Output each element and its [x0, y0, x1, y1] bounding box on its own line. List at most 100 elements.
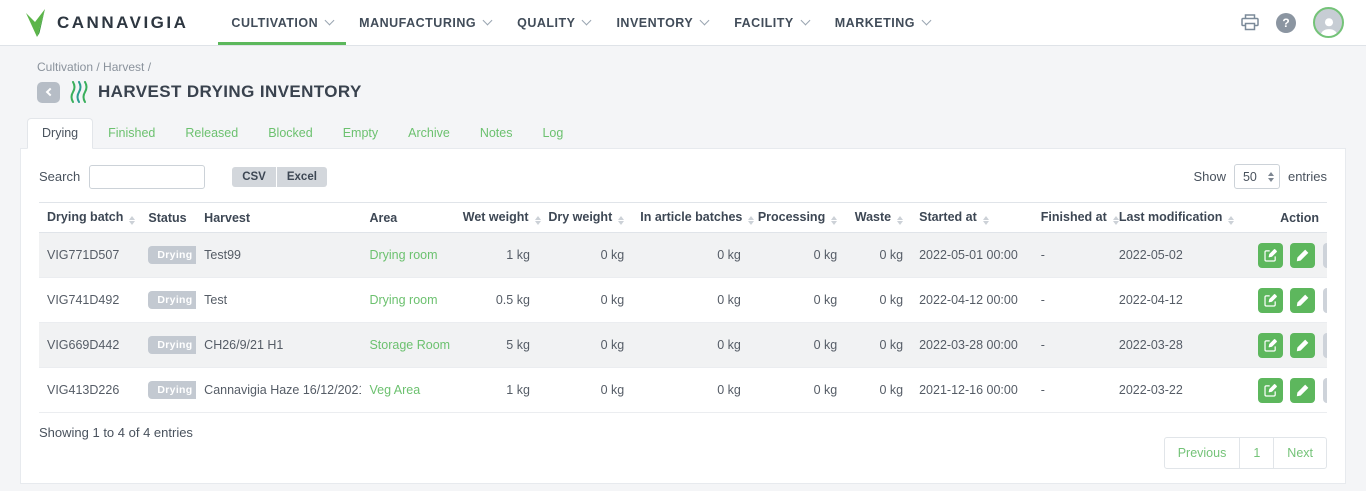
- help-button[interactable]: ?: [1276, 13, 1296, 33]
- cell-processing: 0 kg: [749, 323, 845, 368]
- page-head: Cultivation / Harvest / HARVEST DRYING I…: [20, 46, 1346, 103]
- area-link[interactable]: Drying room: [369, 248, 437, 262]
- cell-actions: [1246, 368, 1327, 413]
- col-processing[interactable]: Processing: [749, 203, 845, 233]
- cell-wet-weight: 1 kg: [455, 233, 538, 278]
- sort-icon: [831, 216, 837, 225]
- tab-log[interactable]: Log: [527, 118, 578, 149]
- nav-item-inventory[interactable]: INVENTORY: [603, 0, 721, 45]
- chevron-down-icon: [483, 16, 493, 26]
- archive-button[interactable]: [1323, 288, 1327, 313]
- area-link[interactable]: Drying room: [369, 293, 437, 307]
- nav-item-manufacturing[interactable]: MANUFACTURING: [346, 0, 504, 45]
- edit-button[interactable]: [1258, 243, 1283, 268]
- pencil-button[interactable]: [1290, 243, 1315, 268]
- pencil-button[interactable]: [1290, 333, 1315, 358]
- nav-item-marketing[interactable]: MARKETING: [822, 0, 943, 45]
- cell-dry-weight: 0 kg: [538, 278, 632, 323]
- cell-wet-weight: 5 kg: [455, 323, 538, 368]
- sort-icon: [1228, 216, 1234, 225]
- cell-waste: 0 kg: [845, 368, 911, 413]
- sort-icon: [618, 216, 624, 225]
- tab-released[interactable]: Released: [170, 118, 253, 149]
- cell-dry-weight: 0 kg: [538, 323, 632, 368]
- col-drying-batch[interactable]: Drying batch: [39, 203, 140, 233]
- col-wet-weight[interactable]: Wet weight: [455, 203, 538, 233]
- edit-button[interactable]: [1258, 378, 1283, 403]
- table-row: VIG771D507 Drying Test99 Drying room 1 k…: [39, 233, 1327, 278]
- cell-last-modification: 2022-05-02: [1111, 233, 1246, 278]
- search-input[interactable]: [89, 165, 205, 189]
- next-button[interactable]: Next: [1273, 437, 1327, 469]
- edit-button[interactable]: [1258, 288, 1283, 313]
- cell-area: Drying room: [361, 233, 454, 278]
- cell-last-modification: 2022-03-28: [1111, 323, 1246, 368]
- col-dry-weight[interactable]: Dry weight: [538, 203, 632, 233]
- tab-drying[interactable]: Drying: [27, 118, 93, 149]
- avatar[interactable]: [1313, 7, 1344, 38]
- nav-label: QUALITY: [517, 16, 575, 30]
- cell-status: Drying: [140, 233, 196, 278]
- tab-blocked[interactable]: Blocked: [253, 118, 327, 149]
- sort-icon: [897, 216, 903, 225]
- chevron-down-icon: [922, 16, 932, 26]
- pencil-button[interactable]: [1290, 288, 1315, 313]
- csv-button[interactable]: CSV: [232, 167, 276, 187]
- print-button[interactable]: [1241, 14, 1259, 31]
- sort-icon: [748, 216, 754, 225]
- page-1-button[interactable]: 1: [1239, 437, 1274, 469]
- nav-item-facility[interactable]: FACILITY: [721, 0, 822, 45]
- cell-started-at: 2021-12-16 00:00: [911, 368, 1033, 413]
- area-link[interactable]: Storage Room: [369, 338, 450, 352]
- chevron-left-icon: [45, 88, 53, 96]
- cell-area: Drying room: [361, 278, 454, 323]
- cell-finished-at: -: [1033, 368, 1111, 413]
- nav-item-cultivation[interactable]: CULTIVATION: [218, 0, 346, 45]
- col-status: Status: [140, 203, 196, 233]
- tab-archive[interactable]: Archive: [393, 118, 465, 149]
- pencil-square-icon: [1264, 339, 1277, 352]
- cell-waste: 0 kg: [845, 233, 911, 278]
- page-content: Cultivation / Harvest / HARVEST DRYING I…: [0, 46, 1366, 484]
- table-toolbar: Search CSV Excel Show 50 entries: [39, 164, 1327, 189]
- chevron-down-icon: [325, 16, 335, 26]
- show-label: Show: [1193, 169, 1226, 184]
- col-finished-at[interactable]: Finished at: [1033, 203, 1111, 233]
- archive-button[interactable]: [1323, 243, 1327, 268]
- col-last-modification[interactable]: Last modification: [1111, 203, 1246, 233]
- cell-area: Veg Area: [361, 368, 454, 413]
- user-icon: [1317, 14, 1341, 36]
- cell-status: Drying: [140, 323, 196, 368]
- pencil-button[interactable]: [1290, 378, 1315, 403]
- cell-actions: [1246, 323, 1327, 368]
- excel-button[interactable]: Excel: [277, 167, 327, 187]
- table-row: VIG413D226 Drying Cannavigia Haze 16/12/…: [39, 368, 1327, 413]
- nav-item-quality[interactable]: QUALITY: [504, 0, 603, 45]
- edit-button[interactable]: [1258, 333, 1283, 358]
- area-link[interactable]: Veg Area: [369, 383, 420, 397]
- archive-button[interactable]: [1323, 378, 1327, 403]
- back-button[interactable]: [37, 82, 60, 103]
- col-started-at[interactable]: Started at: [911, 203, 1033, 233]
- cell-wet-weight: 1 kg: [455, 368, 538, 413]
- brand[interactable]: CANNAVIGIA: [24, 0, 188, 45]
- previous-button[interactable]: Previous: [1164, 437, 1241, 469]
- content-panel: Search CSV Excel Show 50 entries: [20, 148, 1346, 484]
- pagination: Previous 1 Next: [1164, 437, 1327, 469]
- col-waste[interactable]: Waste: [845, 203, 911, 233]
- page-title: HARVEST DRYING INVENTORY: [98, 82, 362, 102]
- search-group: Search CSV Excel: [39, 165, 327, 189]
- nav-label: FACILITY: [734, 16, 794, 30]
- cell-dry-weight: 0 kg: [538, 368, 632, 413]
- tab-notes[interactable]: Notes: [465, 118, 528, 149]
- page-size-select[interactable]: 50: [1234, 164, 1280, 189]
- table-row: VIG669D442 Drying CH26/9/21 H1 Storage R…: [39, 323, 1327, 368]
- chevron-down-icon: [582, 16, 592, 26]
- archive-button[interactable]: [1323, 333, 1327, 358]
- col-in-article-batches[interactable]: In article batches: [632, 203, 749, 233]
- tab-finished[interactable]: Finished: [93, 118, 170, 149]
- spinner-icon: [1268, 172, 1274, 182]
- main-nav: CULTIVATION MANUFACTURING QUALITY INVENT…: [218, 0, 943, 45]
- tab-empty[interactable]: Empty: [328, 118, 393, 149]
- cell-started-at: 2022-05-01 00:00: [911, 233, 1033, 278]
